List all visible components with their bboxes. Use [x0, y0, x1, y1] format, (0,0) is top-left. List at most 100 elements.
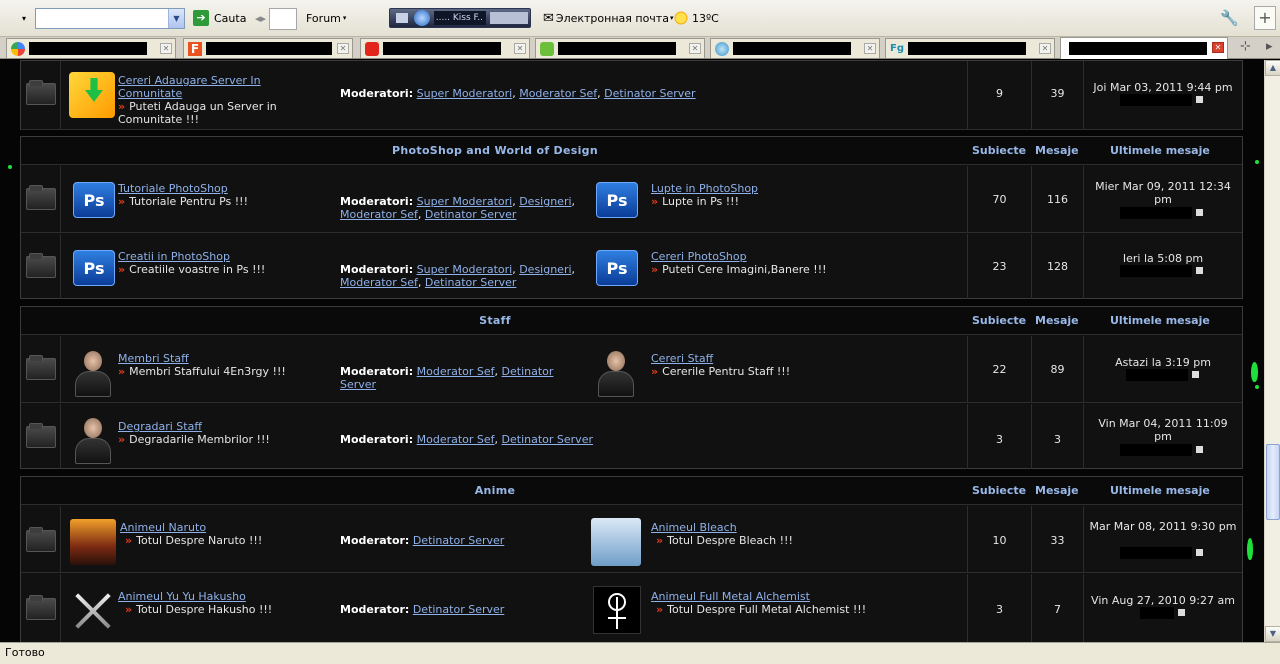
forum-cell: Animeul Naruto » Totul Despre Naruto !!! … — [61, 506, 968, 572]
sun-icon — [674, 11, 688, 25]
column-posts: Mesaje — [1035, 144, 1079, 157]
forum-link[interactable]: Creatii in PhotoShop — [118, 250, 230, 263]
category-anime: Anime Subiecte Mesaje Ultimele mesaje An… — [20, 476, 1243, 642]
close-icon[interactable]: ✕ — [160, 43, 172, 54]
forum-description-text: Tutoriale Pentru Ps !!! — [129, 195, 248, 208]
last-post-icon[interactable] — [1196, 549, 1203, 556]
folder-icon — [26, 355, 56, 380]
last-post-icon[interactable] — [1192, 371, 1199, 378]
posts-count: 128 — [1047, 260, 1068, 273]
stop-icon[interactable] — [396, 13, 408, 23]
tab-5[interactable]: ✕ — [710, 38, 880, 58]
tab-active[interactable]: ✕ — [1060, 37, 1228, 59]
scroll-down-icon[interactable]: ▼ — [1265, 626, 1280, 642]
moderator-link[interactable]: Moderator Sef — [340, 276, 418, 289]
moderator-link[interactable]: Super Moderatori — [417, 263, 513, 276]
close-icon[interactable]: ✕ — [514, 43, 526, 54]
redacted-author — [1120, 94, 1192, 106]
tab-2[interactable]: F ✕ — [183, 38, 353, 58]
moderators: Moderatori: Super Moderatori, Designeri,… — [340, 195, 576, 221]
vertical-scrollbar[interactable]: ▲ ▼ — [1264, 60, 1280, 642]
close-icon[interactable]: ✕ — [689, 43, 701, 54]
toolbar-dropdown-icon[interactable]: ▾ — [22, 7, 26, 29]
moderator-link[interactable]: Designeri — [519, 195, 571, 208]
forum-link[interactable]: Cereri Adaugare Server In Comunitate — [118, 74, 261, 100]
last-post-icon[interactable] — [1196, 267, 1203, 274]
forum-link[interactable]: Membri Staff — [118, 352, 189, 365]
moderator-link[interactable]: Designeri — [519, 263, 571, 276]
moderator-link[interactable]: Detinator Server — [425, 208, 516, 221]
column-last-posts: Ultimele mesaje — [1110, 144, 1210, 157]
subforum-link[interactable]: Animeul Full Metal Alchemist — [651, 590, 810, 603]
email-button[interactable]: ✉ Электронная почта ▾ — [543, 7, 673, 29]
subforum-description: » Totul Despre Bleach !!! — [656, 534, 793, 547]
redacted-author — [1140, 607, 1174, 619]
close-icon[interactable]: ✕ — [864, 43, 876, 54]
redacted-tab-title — [558, 42, 676, 55]
moderator-link[interactable]: Moderator Sef — [340, 208, 418, 221]
volume-icon[interactable] — [490, 12, 528, 24]
close-icon[interactable]: ✕ — [1039, 43, 1051, 54]
search-button[interactable]: ➔ Cauta — [193, 7, 246, 29]
search-combo-input[interactable]: ▼ — [35, 8, 185, 29]
forum-description-text: Totul Despre Hakusho !!! — [136, 603, 273, 616]
subforum-link[interactable]: Lupte in PhotoShop — [651, 182, 758, 195]
last-post-date: Mier Mar 09, 2011 12:34 pm — [1095, 180, 1231, 206]
decor-drop — [1251, 362, 1258, 382]
chevron-down-icon[interactable]: ▼ — [168, 9, 184, 28]
last-post-icon[interactable] — [1178, 609, 1185, 616]
forum-menu[interactable]: Forum ▾ — [306, 7, 346, 29]
moderator-link[interactable]: Detinator Server — [604, 87, 695, 100]
tab-6[interactable]: Fg ✕ — [885, 38, 1055, 58]
last-post-icon[interactable] — [1196, 96, 1203, 103]
moderator-link[interactable]: Super Moderatori — [417, 87, 513, 100]
tab-list-icon[interactable]: ⊹ — [1240, 39, 1251, 54]
moderator-link[interactable]: Detinator Server — [502, 433, 593, 446]
category-title[interactable]: PhotoShop and World of Design — [392, 144, 598, 157]
category-title[interactable]: Staff — [479, 314, 511, 327]
subforum-description: » Totul Despre Full Metal Alchemist !!! — [656, 603, 866, 616]
forum-row: Degradari Staff » Degradarile Membrilor !… — [21, 404, 1242, 469]
bullet-icon: » — [125, 603, 133, 616]
redacted-tab-title — [206, 42, 332, 55]
last-post-icon[interactable] — [1196, 209, 1203, 216]
subforum-link[interactable]: Cereri Staff — [651, 352, 713, 365]
youtube-icon — [365, 41, 379, 56]
scroll-thumb[interactable] — [1266, 444, 1280, 520]
moderator-link[interactable]: Detinator Server — [413, 534, 504, 547]
forum-link[interactable]: Degradari Staff — [118, 420, 202, 433]
media-player[interactable]: ..... Kiss F.. — [389, 8, 531, 28]
moderator-link[interactable]: Detinator Server — [413, 603, 504, 616]
forum-description-text: Membri Staffului 4En3rgy !!! — [129, 365, 286, 378]
folder-icon — [26, 595, 56, 620]
decor-drop — [1247, 538, 1253, 560]
moderators-label: Moderatori: — [340, 87, 414, 100]
close-icon[interactable]: ✕ — [337, 43, 349, 54]
moderator-link[interactable]: Detinator Server — [425, 276, 516, 289]
moderator-link[interactable]: Super Moderatori — [417, 195, 513, 208]
tab-4[interactable]: ✕ — [535, 38, 705, 58]
close-icon[interactable]: ✕ — [1212, 42, 1224, 53]
add-button[interactable]: + — [1254, 6, 1276, 30]
forum-link[interactable]: Animeul Yu Yu Hakusho — [118, 590, 246, 603]
last-post-icon[interactable] — [1196, 446, 1203, 453]
tab-1[interactable]: ✕ — [6, 38, 176, 58]
weather-widget[interactable]: 13ºC — [674, 7, 719, 29]
moderator-link[interactable]: Moderator Sef — [417, 365, 495, 378]
moderator-link[interactable]: Moderator Sef — [417, 433, 495, 446]
tab-3[interactable]: ✕ — [360, 38, 530, 58]
topics-cell: 23 — [968, 234, 1032, 299]
forum-link[interactable]: Animeul Naruto — [120, 521, 206, 534]
symbol-line — [616, 597, 618, 629]
moderator-link[interactable]: Moderator Sef — [519, 87, 597, 100]
category-title[interactable]: Anime — [475, 484, 516, 497]
small-input[interactable] — [269, 8, 297, 30]
tab-more-icon[interactable]: ▸ — [1266, 39, 1273, 54]
play-icon[interactable] — [414, 10, 430, 26]
wrench-icon[interactable]: 🔧 — [1220, 9, 1239, 27]
subforum-link[interactable]: Cereri PhotoShop — [651, 250, 747, 263]
scroll-up-icon[interactable]: ▲ — [1265, 60, 1280, 76]
forum-row: Animeul Naruto » Totul Despre Naruto !!! … — [21, 506, 1242, 573]
forum-link[interactable]: Tutoriale PhotoShop — [118, 182, 228, 195]
subforum-link[interactable]: Animeul Bleach — [651, 521, 737, 534]
